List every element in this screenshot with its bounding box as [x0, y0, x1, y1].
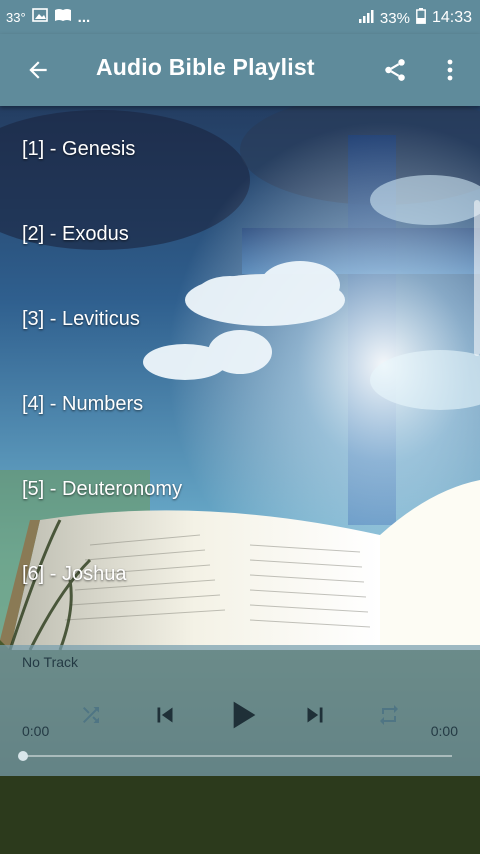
repeat-icon[interactable] — [367, 693, 411, 737]
page-title: Audio Bible Playlist — [96, 54, 315, 80]
list-item[interactable]: [2] - Exodus — [0, 193, 480, 278]
track-name: No Track — [22, 654, 79, 670]
total-time: 0:00 — [430, 723, 458, 739]
audio-player: No Track 0:00 0:00 — [0, 645, 480, 776]
list-item-label: [4] - Numbers — [22, 393, 144, 415]
list-item-label: [2] - Exodus — [22, 223, 129, 245]
app-bar: Audio Bible Playlist — [0, 34, 480, 106]
shuffle-icon[interactable] — [69, 693, 113, 737]
scrollbar[interactable] — [474, 200, 480, 356]
back-arrow-icon[interactable] — [20, 52, 56, 88]
overflow-menu-icon[interactable] — [432, 52, 468, 88]
previous-icon[interactable] — [143, 693, 187, 737]
list-item-label: [1] - Genesis — [22, 138, 136, 160]
list-item-label: [5] - Deuteronomy — [22, 478, 183, 500]
list-item[interactable]: [5] - Deuteronomy — [0, 448, 480, 533]
battery-percent: 33% — [379, 9, 410, 27]
seek-thumb[interactable] — [18, 751, 28, 761]
more-notifications-icon: ... — [77, 8, 91, 26]
book-icon — [54, 8, 72, 26]
temperature-text: 33° — [6, 9, 26, 25]
share-icon[interactable] — [377, 52, 413, 88]
play-icon[interactable] — [220, 693, 264, 737]
image-icon — [31, 8, 48, 26]
next-icon[interactable] — [293, 693, 337, 737]
list-item[interactable]: [1] - Genesis — [0, 108, 480, 193]
list-item-label: [3] - Leviticus — [22, 308, 140, 330]
list-item[interactable]: [4] - Numbers — [0, 363, 480, 448]
list-item[interactable]: [6] - Joshua — [0, 533, 480, 618]
list-item-label: [6] - Joshua — [22, 563, 127, 585]
current-time: 0:00 — [22, 723, 50, 739]
clock-time: 14:33 — [431, 9, 472, 26]
seek-bar[interactable] — [18, 751, 452, 761]
signal-icon — [358, 9, 374, 27]
status-bar: 33° ... 33% 14:33 — [0, 0, 480, 34]
list-item[interactable]: [3] - Leviticus — [0, 278, 480, 363]
battery-icon — [416, 8, 426, 28]
